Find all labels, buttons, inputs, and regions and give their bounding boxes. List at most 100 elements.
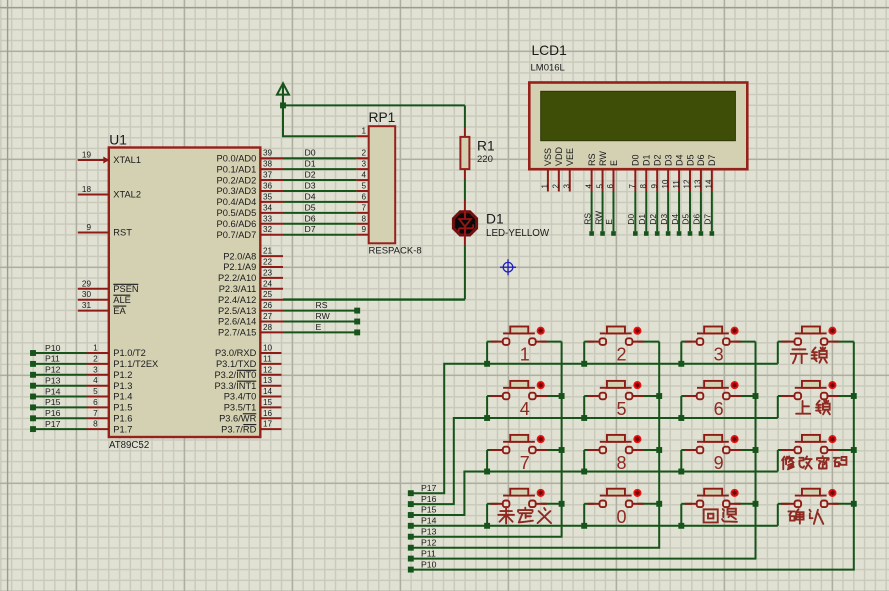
svg-text:10: 10 bbox=[661, 179, 670, 188]
svg-text:RESPACK-8: RESPACK-8 bbox=[369, 246, 422, 257]
svg-text:P3.1/TXD: P3.1/TXD bbox=[216, 359, 257, 369]
svg-text:E: E bbox=[609, 160, 619, 166]
svg-text:3: 3 bbox=[361, 160, 366, 169]
svg-text:P0.3/AD3: P0.3/AD3 bbox=[217, 186, 257, 196]
svg-text:P13: P13 bbox=[45, 376, 61, 386]
svg-text:9: 9 bbox=[650, 184, 659, 189]
svg-text:P3.6/WR: P3.6/WR bbox=[219, 414, 256, 424]
svg-text:ALE: ALE bbox=[113, 295, 131, 305]
svg-text:3: 3 bbox=[714, 345, 724, 365]
svg-text:D3: D3 bbox=[663, 154, 673, 166]
svg-text:D0: D0 bbox=[626, 214, 636, 225]
svg-text:U1: U1 bbox=[109, 133, 127, 148]
svg-text:R1: R1 bbox=[477, 139, 495, 154]
svg-text:RS: RS bbox=[316, 300, 328, 310]
svg-text:P3.4/T0: P3.4/T0 bbox=[224, 392, 257, 402]
svg-text:7: 7 bbox=[520, 453, 530, 473]
svg-text:D6: D6 bbox=[696, 154, 706, 166]
svg-text:35: 35 bbox=[263, 192, 273, 201]
svg-text:P12: P12 bbox=[45, 365, 61, 375]
svg-text:P10: P10 bbox=[45, 343, 61, 353]
svg-text:13: 13 bbox=[263, 376, 273, 385]
svg-text:30: 30 bbox=[82, 290, 92, 299]
svg-text:4: 4 bbox=[361, 171, 366, 180]
svg-text:0: 0 bbox=[616, 507, 626, 527]
svg-text:9: 9 bbox=[714, 453, 724, 473]
svg-text:8: 8 bbox=[361, 214, 366, 223]
svg-text:RS: RS bbox=[582, 213, 592, 225]
svg-text:P3.3/INT1: P3.3/INT1 bbox=[214, 381, 256, 391]
svg-text:P2.2/A10: P2.2/A10 bbox=[218, 273, 256, 283]
svg-text:16: 16 bbox=[263, 409, 273, 418]
svg-text:P15: P15 bbox=[45, 397, 61, 407]
svg-text:38: 38 bbox=[263, 160, 273, 169]
svg-text:39: 39 bbox=[263, 149, 273, 158]
svg-text:P1.6: P1.6 bbox=[113, 414, 132, 424]
svg-text:5: 5 bbox=[361, 181, 366, 190]
svg-text:14: 14 bbox=[705, 179, 714, 188]
svg-text:AT89C52: AT89C52 bbox=[109, 440, 149, 451]
svg-text:8: 8 bbox=[639, 184, 648, 189]
svg-text:6: 6 bbox=[361, 192, 366, 201]
svg-text:D2: D2 bbox=[648, 214, 658, 225]
svg-text:D4: D4 bbox=[674, 154, 684, 166]
svg-text:5: 5 bbox=[595, 184, 604, 189]
svg-text:3: 3 bbox=[562, 184, 571, 189]
svg-text:23: 23 bbox=[263, 268, 273, 277]
svg-text:P0.5/AD5: P0.5/AD5 bbox=[217, 208, 257, 218]
svg-text:P0.7/AD7: P0.7/AD7 bbox=[217, 230, 257, 240]
svg-text:P3.0/RXD: P3.0/RXD bbox=[215, 348, 257, 358]
svg-text:D1: D1 bbox=[486, 212, 504, 227]
svg-text:RW: RW bbox=[598, 151, 608, 166]
svg-text:P11: P11 bbox=[45, 354, 60, 364]
svg-text:P17: P17 bbox=[45, 419, 61, 429]
svg-text:D3: D3 bbox=[305, 180, 316, 190]
svg-text:7: 7 bbox=[628, 184, 637, 189]
svg-text:11: 11 bbox=[263, 354, 272, 363]
svg-text:29: 29 bbox=[82, 279, 92, 288]
svg-text:3: 3 bbox=[93, 365, 98, 374]
svg-text:D2: D2 bbox=[305, 170, 316, 180]
svg-text:P1.1/T2EX: P1.1/T2EX bbox=[113, 359, 158, 369]
svg-text:37: 37 bbox=[263, 171, 273, 180]
svg-text:4: 4 bbox=[584, 184, 593, 189]
svg-text:P1.0/T2: P1.0/T2 bbox=[113, 348, 146, 358]
svg-text:RP1: RP1 bbox=[369, 110, 396, 125]
svg-text:P0.6/AD6: P0.6/AD6 bbox=[217, 219, 257, 229]
svg-text:13: 13 bbox=[694, 179, 703, 188]
svg-text:5: 5 bbox=[616, 399, 626, 419]
svg-text:33: 33 bbox=[263, 214, 273, 223]
svg-text:P0.4/AD4: P0.4/AD4 bbox=[217, 197, 257, 207]
svg-text:1: 1 bbox=[93, 344, 98, 353]
svg-text:D0: D0 bbox=[305, 148, 316, 158]
svg-text:220: 220 bbox=[477, 154, 493, 165]
svg-text:2: 2 bbox=[361, 149, 366, 158]
svg-text:P17: P17 bbox=[421, 483, 437, 493]
svg-text:1: 1 bbox=[541, 184, 550, 189]
svg-text:P11: P11 bbox=[421, 548, 436, 558]
svg-text:11: 11 bbox=[672, 180, 681, 189]
svg-text:7: 7 bbox=[93, 409, 98, 418]
svg-text:P0.1/AD1: P0.1/AD1 bbox=[217, 164, 257, 174]
svg-text:17: 17 bbox=[263, 420, 273, 429]
svg-text:9: 9 bbox=[361, 225, 366, 234]
svg-text:6: 6 bbox=[93, 398, 98, 407]
svg-text:D7: D7 bbox=[305, 224, 316, 234]
svg-text:EA: EA bbox=[113, 306, 126, 316]
svg-text:XTAL1: XTAL1 bbox=[113, 155, 141, 165]
svg-text:LED-YELLOW: LED-YELLOW bbox=[486, 228, 550, 239]
svg-text:D1: D1 bbox=[637, 214, 647, 225]
svg-text:P1.5: P1.5 bbox=[113, 403, 132, 413]
svg-text:6: 6 bbox=[714, 399, 724, 419]
svg-text:P2.1/A9: P2.1/A9 bbox=[223, 262, 256, 272]
svg-text:XTAL2: XTAL2 bbox=[113, 190, 141, 200]
svg-text:D4: D4 bbox=[670, 214, 680, 225]
svg-text:RW: RW bbox=[593, 211, 603, 225]
svg-text:P16: P16 bbox=[421, 494, 437, 504]
svg-text:P2.7/A15: P2.7/A15 bbox=[218, 328, 256, 338]
svg-text:5: 5 bbox=[93, 387, 98, 396]
svg-text:P2.5/A13: P2.5/A13 bbox=[218, 306, 256, 316]
svg-text:24: 24 bbox=[263, 279, 273, 288]
svg-text:LCD1: LCD1 bbox=[532, 43, 567, 58]
svg-text:D6: D6 bbox=[692, 214, 702, 225]
